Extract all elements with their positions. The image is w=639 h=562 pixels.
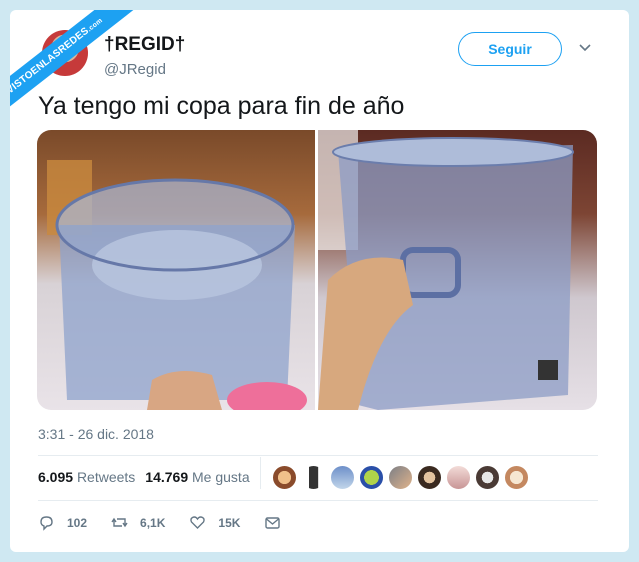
retweets-label: Retweets: [76, 469, 136, 485]
retweet-count: 6,1K: [140, 515, 166, 530]
heart-icon: [190, 516, 206, 529]
liker-avatar[interactable]: [301, 465, 326, 490]
reply-count: 102: [67, 515, 88, 530]
photo-bottle-top[interactable]: [37, 130, 315, 410]
user-handle[interactable]: @JRegid: [104, 61, 166, 78]
liker-avatar[interactable]: [417, 465, 442, 490]
bottle-image-2: [318, 130, 574, 410]
like-action[interactable]: 15K: [189, 514, 240, 531]
envelope-icon: [265, 517, 281, 529]
likes-label: Me gusta: [192, 469, 250, 485]
liker-avatar[interactable]: [504, 465, 529, 490]
divider-bottom: [38, 500, 598, 501]
likes-stat[interactable]: 14.769 Me gusta: [145, 469, 249, 485]
engagement-stats: 6.095 Retweets 14.769 Me gusta: [38, 469, 250, 485]
watermark-suffix: .com: [86, 17, 105, 34]
display-name[interactable]: †REGID†: [104, 34, 185, 56]
follow-button[interactable]: Seguir: [458, 32, 562, 66]
photo-bottle-side[interactable]: [318, 130, 597, 410]
reply-icon: [40, 516, 53, 531]
liker-avatars: [272, 465, 529, 490]
reply-action[interactable]: 102: [38, 514, 87, 531]
retweets-count: 6.095: [38, 469, 74, 485]
bottle-image-1: [47, 160, 307, 410]
message-action[interactable]: [264, 514, 281, 531]
retweet-icon: [111, 517, 128, 528]
liker-avatar[interactable]: [330, 465, 355, 490]
stats-divider: [260, 457, 261, 489]
tweet-text: Ya tengo mi copa para fin de año: [38, 92, 405, 120]
liker-avatar[interactable]: [446, 465, 471, 490]
retweets-stat[interactable]: 6.095 Retweets: [38, 469, 135, 485]
tweet-card: VISTOENLASREDES.com †REGID† @JRegid Segu…: [10, 10, 629, 552]
retweet-action[interactable]: 6,1K: [111, 514, 165, 531]
like-count: 15K: [218, 515, 241, 530]
action-bar: 102 6,1K 15K: [38, 514, 305, 531]
liker-avatar[interactable]: [272, 465, 297, 490]
divider-top: [38, 455, 598, 456]
liker-avatar[interactable]: [388, 465, 413, 490]
liker-avatar[interactable]: [359, 465, 384, 490]
tweet-timestamp[interactable]: 3:31 - 26 dic. 2018: [38, 426, 154, 442]
liker-avatar[interactable]: [475, 465, 500, 490]
likes-count: 14.769: [145, 469, 189, 485]
media-grid: [37, 130, 597, 410]
chevron-down-icon[interactable]: [578, 40, 592, 54]
